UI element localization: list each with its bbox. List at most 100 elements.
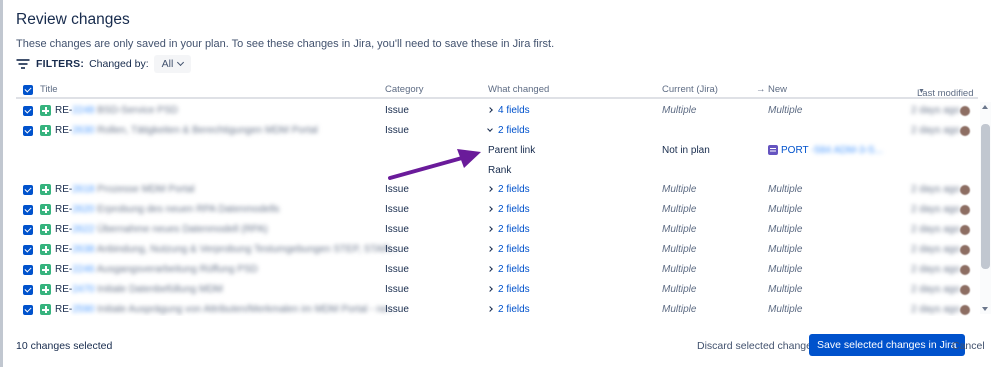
- what-changed-toggle[interactable]: 2 fields: [487, 304, 530, 315]
- table-row[interactable]: RE-2248 BSD-Service PSD Issue 4 fields M…: [16, 101, 978, 121]
- issue-title[interactable]: RE-2618 Prozesse MDM Portal: [55, 184, 195, 195]
- selected-count: 10 changes selected: [16, 340, 113, 352]
- epic-icon: [768, 145, 778, 155]
- story-icon: [40, 264, 51, 275]
- table-row[interactable]: RE-2620 Erprobung des neuen RPA Datenmod…: [16, 200, 978, 220]
- new-value: Multiple: [768, 184, 803, 195]
- story-icon: [40, 105, 51, 116]
- category: Issue: [385, 284, 409, 295]
- new-value: Multiple: [768, 284, 803, 295]
- current-value: Multiple: [662, 204, 697, 215]
- row-checkbox[interactable]: [23, 205, 33, 215]
- row-checkbox[interactable]: [23, 305, 33, 315]
- category: Issue: [385, 244, 409, 255]
- discard-button[interactable]: Discard selected changes: [697, 340, 817, 352]
- scroll-thumb[interactable]: [981, 124, 990, 269]
- last-modified: 2 days ago: [911, 184, 960, 195]
- new-value: Multiple: [768, 224, 803, 235]
- what-changed-toggle[interactable]: 2 fields: [487, 264, 530, 275]
- category: Issue: [385, 184, 409, 195]
- what-changed-toggle[interactable]: 2 fields: [487, 284, 530, 295]
- last-modified: 2 days ago: [911, 125, 960, 136]
- what-changed-toggle[interactable]: 2 fields: [487, 125, 530, 136]
- chevron-right-icon: [487, 186, 493, 192]
- what-changed-toggle[interactable]: 2 fields: [487, 244, 530, 255]
- story-icon: [40, 284, 51, 295]
- avatar: [960, 265, 970, 275]
- filter-icon: [16, 59, 29, 69]
- row-checkbox[interactable]: [23, 106, 33, 116]
- chevron-down-icon: [487, 126, 493, 132]
- changed-by-select[interactable]: All: [153, 55, 192, 73]
- last-modified: 2 days ago: [911, 204, 960, 215]
- issue-title[interactable]: RE-2620 Erprobung des neuen RPA Datenmod…: [55, 204, 279, 215]
- table-row[interactable]: RE-2470 Initiale Datenbefüllung MDM Issu…: [16, 280, 978, 300]
- last-modified: 2 days ago: [911, 105, 960, 116]
- row-checkbox[interactable]: [23, 265, 33, 275]
- table-row[interactable]: RE-2630 Rollen, Tätigkeiten & Berechtigu…: [16, 121, 978, 141]
- issue-title[interactable]: RE-2590 Initiale Ausprägung von Attribut…: [55, 304, 396, 315]
- new-value: Multiple: [768, 244, 803, 255]
- cancel-button[interactable]: Cancel: [952, 340, 985, 352]
- story-icon: [40, 244, 51, 255]
- scroll-down-icon[interactable]: [982, 307, 988, 311]
- changed-by-label: Changed by:: [89, 58, 149, 70]
- chevron-right-icon: [487, 306, 493, 312]
- issue-title[interactable]: RE-2246 Ausgangsverarbeitung Rüffung PSD: [55, 264, 258, 275]
- expanded-field-row: Parent link Not in plan PORT -584 ADM-3-…: [16, 141, 978, 161]
- dialog-footer: 10 changes selected Discard selected cha…: [3, 330, 998, 360]
- save-in-jira-button[interactable]: Save selected changes in Jira: [809, 334, 965, 356]
- table-row[interactable]: RE-2590 Initiale Ausprägung von Attribut…: [16, 300, 978, 316]
- table-row[interactable]: RE-2638 Anbindung, Nutzung & Verprobung …: [16, 240, 978, 260]
- last-modified: 2 days ago: [911, 264, 960, 275]
- table-scrollbar[interactable]: [980, 102, 991, 314]
- what-changed-toggle[interactable]: 2 fields: [487, 204, 530, 215]
- avatar: [960, 106, 970, 116]
- issue-title[interactable]: RE-2630 Rollen, Tätigkeiten & Berechtigu…: [55, 125, 318, 136]
- what-changed-toggle[interactable]: 4 fields: [487, 105, 530, 116]
- new-value: Multiple: [768, 264, 803, 275]
- story-icon: [40, 184, 51, 195]
- issue-title[interactable]: RE-2470 Initiale Datenbefüllung MDM: [55, 284, 223, 295]
- row-checkbox[interactable]: [23, 225, 33, 235]
- table-row[interactable]: RE-2622 Übernahme neues Datenmodell (RPA…: [16, 220, 978, 240]
- chevron-down-icon: [177, 58, 185, 67]
- chevron-right-icon: [487, 266, 493, 272]
- chevron-right-icon: [487, 206, 493, 212]
- row-checkbox[interactable]: [23, 185, 33, 195]
- field-name: Rank: [488, 165, 512, 176]
- new-value: Multiple: [768, 204, 803, 215]
- header-current[interactable]: Current (Jira): [662, 84, 718, 95]
- issue-title[interactable]: RE-2638 Anbindung, Nutzung & Verprobung …: [55, 244, 398, 255]
- row-checkbox[interactable]: [23, 245, 33, 255]
- what-changed-toggle[interactable]: 2 fields: [487, 224, 530, 235]
- issue-title[interactable]: RE-2622 Übernahme neues Datenmodell (RPA…: [55, 224, 268, 235]
- row-checkbox[interactable]: [23, 126, 33, 136]
- chevron-right-icon: [487, 226, 493, 232]
- table-row[interactable]: RE-2246 Ausgangsverarbeitung Rüffung PSD…: [16, 260, 978, 280]
- scroll-up-icon[interactable]: [982, 105, 988, 109]
- what-changed-toggle[interactable]: 2 fields: [487, 184, 530, 195]
- changed-by-value: All: [161, 58, 174, 70]
- header-category[interactable]: Category: [385, 84, 424, 95]
- row-checkbox[interactable]: [23, 285, 33, 295]
- header-what-changed[interactable]: What changed: [488, 84, 549, 95]
- issue-title[interactable]: RE-2248 BSD-Service PSD: [55, 105, 178, 116]
- parent-link-value[interactable]: PORT -584 ADM-3-S...: [781, 145, 883, 156]
- last-modified: 2 days ago: [911, 244, 960, 255]
- current-value: Multiple: [662, 244, 697, 255]
- last-modified: 2 days ago: [911, 224, 960, 235]
- header-title[interactable]: Title: [40, 84, 58, 95]
- header-new[interactable]: New: [768, 84, 787, 95]
- current-value: Multiple: [662, 105, 697, 116]
- new-value: Multiple: [768, 105, 803, 116]
- select-all-checkbox[interactable]: [23, 85, 33, 95]
- current-value: Multiple: [662, 284, 697, 295]
- avatar: [960, 205, 970, 215]
- current-value: Multiple: [662, 264, 697, 275]
- table-row[interactable]: RE-2618 Prozesse MDM Portal Issue 2 fiel…: [16, 180, 978, 200]
- avatar: [960, 305, 970, 315]
- current-value: Multiple: [662, 224, 697, 235]
- filters-label: FILTERS:: [36, 58, 85, 70]
- category: Issue: [385, 204, 409, 215]
